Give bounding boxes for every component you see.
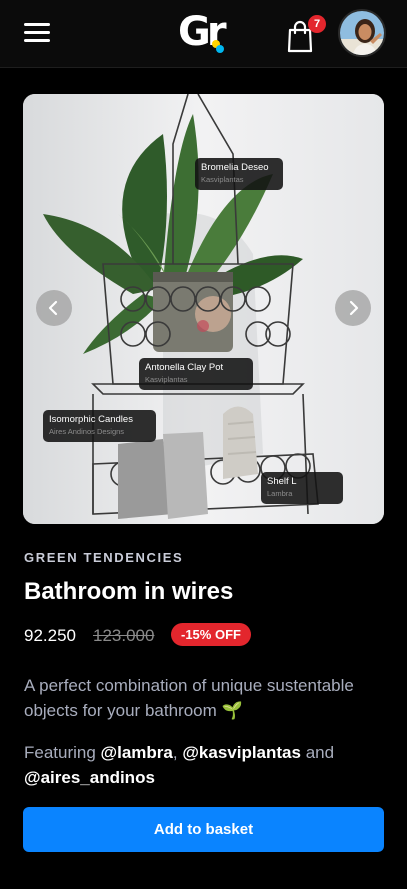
current-price: 92.250 <box>24 626 76 645</box>
tag-brand: Aires Andinos Designs <box>49 427 125 436</box>
product-photo: Bromelia Deseo Kasviplantas Antonella Cl… <box>23 94 384 524</box>
tag-title: Antonella Clay Pot <box>145 362 224 373</box>
brand-link-lambra[interactable]: @lambra <box>101 743 173 762</box>
product-tag-clay-pot[interactable]: Antonella Clay Pot Kasviplantas <box>139 358 253 390</box>
original-price: 123.000 <box>93 626 155 645</box>
product-category: GREEN TENDENCIES <box>24 550 184 565</box>
tag-brand: Kasviplantas <box>201 175 244 184</box>
tag-brand: Lambra <box>267 489 293 498</box>
brand-link-kasviplantas[interactable]: @kasviplantas <box>182 743 301 762</box>
user-avatar[interactable] <box>338 9 386 57</box>
separator: , <box>172 743 183 762</box>
avatar-image <box>340 11 384 55</box>
product-title: Bathroom in wires <box>24 578 234 605</box>
product-tag-bromelia[interactable]: Bromelia Deseo Kasviplantas <box>195 158 283 190</box>
product-description: A perfect combination of unique sustenta… <box>24 676 354 720</box>
logo-dot-blue <box>216 45 224 53</box>
cart-count-badge: 7 <box>308 15 326 33</box>
previous-image-button[interactable] <box>36 290 72 326</box>
tag-title: Bromelia Deseo <box>201 162 269 173</box>
app-logo[interactable]: Gr <box>178 9 227 55</box>
featuring-text: Featuring @lambra, @kasviplantas and @ai… <box>24 740 394 790</box>
add-to-basket-button[interactable]: Add to basket <box>23 807 384 852</box>
hamburger-menu-icon[interactable] <box>24 23 50 43</box>
chevron-left-icon <box>48 300 58 316</box>
discount-badge: -15% OFF <box>171 623 251 646</box>
chevron-right-icon <box>349 300 359 316</box>
separator: and <box>300 743 335 762</box>
next-image-button[interactable] <box>335 290 371 326</box>
tag-brand: Kasviplantas <box>145 375 188 384</box>
product-tag-candles[interactable]: Isomorphic Candles Aires Andinos Designs <box>43 410 156 442</box>
cart-button[interactable]: 7 <box>286 15 326 53</box>
tag-title: Shelf L <box>267 476 297 487</box>
product-tag-shelf[interactable]: Shelf L Lambra <box>261 472 343 504</box>
top-bar: Gr 7 <box>0 0 407 68</box>
brand-link-aires-andinos[interactable]: @aires_andinos <box>24 768 155 787</box>
tag-title: Isomorphic Candles <box>49 414 133 425</box>
featuring-prefix: Featuring <box>24 743 101 762</box>
